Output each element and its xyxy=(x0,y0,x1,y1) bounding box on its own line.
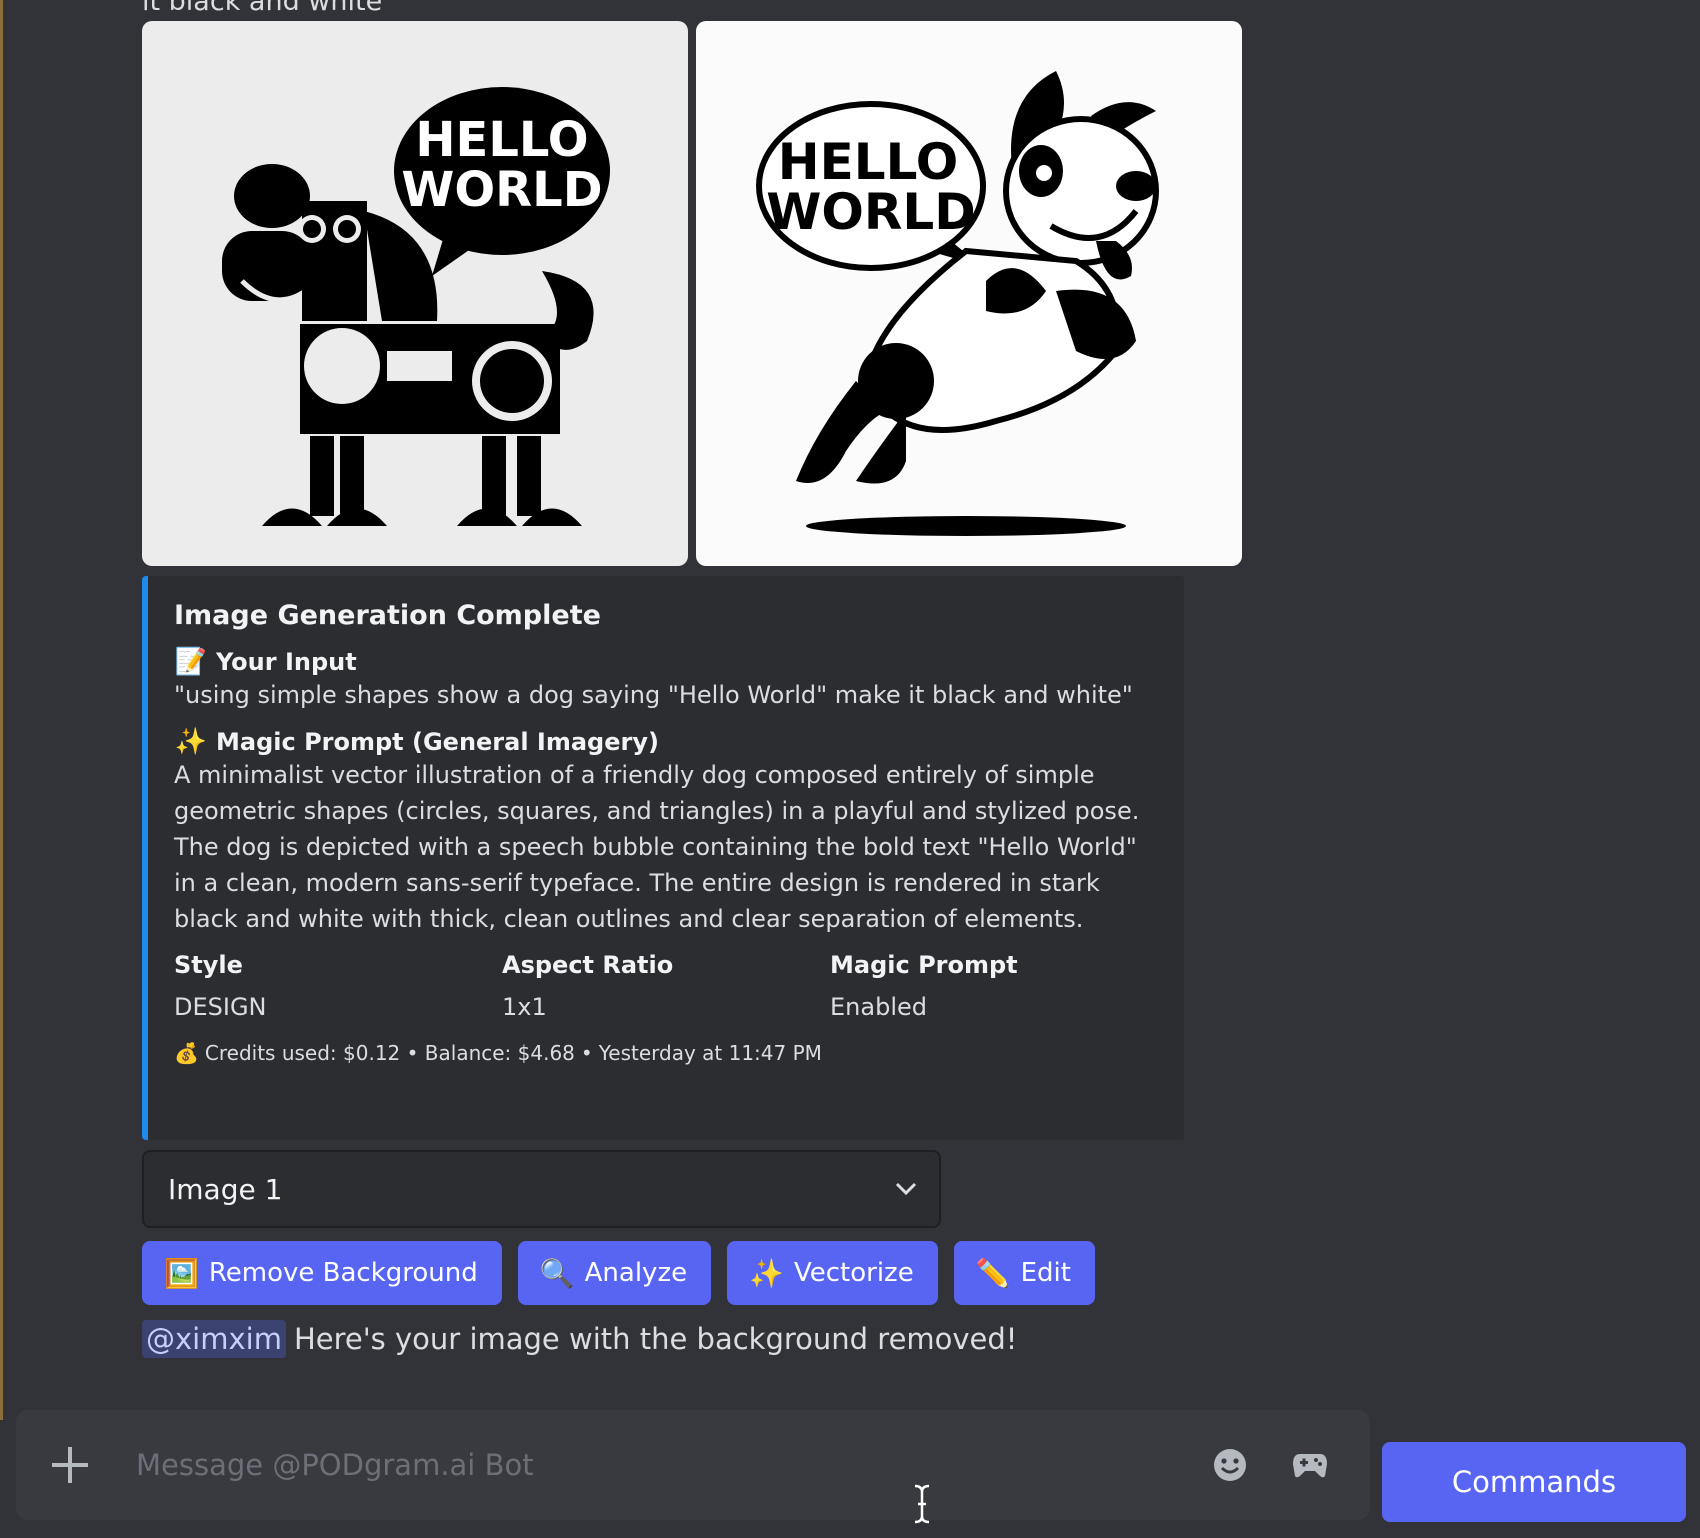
action-buttons: 🖼️ Remove Background 🔍 Analyze ✨ Vectori… xyxy=(142,1241,1095,1305)
emoji-picker-button[interactable] xyxy=(1210,1445,1250,1485)
bubble-text-1: HELLO xyxy=(415,112,588,168)
sparkles-icon: ✨ xyxy=(174,727,208,757)
analyze-label: Analyze xyxy=(584,1258,688,1288)
input-field-value: "using simple shapes show a dog saying "… xyxy=(174,681,1133,709)
message-composer: Message @PODgram.ai Bot xyxy=(16,1410,1370,1520)
generated-image-2[interactable]: HELLO WORLD xyxy=(696,21,1242,566)
footer-separator: • xyxy=(580,1041,593,1065)
generated-image-1[interactable]: HELLO WORLD xyxy=(142,21,688,566)
input-field: 📝 Your Input "using simple shapes show a… xyxy=(174,647,1158,713)
aspect-ratio-value: 1x1 xyxy=(502,993,547,1021)
pencil-icon: ✏️ xyxy=(975,1256,1011,1290)
credits-text: Credits used: $0.12 • Balance: $4.68 xyxy=(204,1041,575,1065)
input-field-label: Your Input xyxy=(216,648,357,676)
window-edge xyxy=(0,0,3,1420)
embed-footer: 💰 Credits used: $0.12 • Balance: $4.68 •… xyxy=(174,1041,1158,1065)
select-value: Image 1 xyxy=(168,1172,283,1206)
generation-embed: Image Generation Complete 📝 Your Input "… xyxy=(142,576,1184,1140)
remove-background-label: Remove Background xyxy=(208,1258,478,1288)
gamepad-icon xyxy=(1293,1454,1327,1478)
money-bag-icon: 💰 xyxy=(174,1041,199,1065)
bot-reply-message: @ximxim Here's your image with the backg… xyxy=(142,1320,1017,1358)
memo-icon: 📝 xyxy=(174,647,208,677)
geometric-dog-illustration: HELLO WORLD xyxy=(222,87,610,526)
text-cursor-icon xyxy=(914,1484,930,1524)
chevron-down-icon xyxy=(895,1182,917,1196)
reply-text: Here's your image with the background re… xyxy=(293,1322,1018,1356)
style-label: Style xyxy=(174,951,243,979)
magnifier-icon: 🔍 xyxy=(539,1256,575,1290)
aspect-ratio-field: Aspect Ratio 1x1 xyxy=(502,951,830,1025)
analyze-button[interactable]: 🔍 Analyze xyxy=(517,1241,712,1305)
image-grid: HELLO WORLD HELLO WORLD xyxy=(142,21,1242,566)
style-value: DESIGN xyxy=(174,993,267,1021)
framed-picture-icon: 🖼️ xyxy=(164,1256,199,1290)
user-mention[interactable]: @ximxim xyxy=(142,1320,286,1358)
settings-fields: Style DESIGN Aspect Ratio 1x1 Magic Prom… xyxy=(174,951,1158,1025)
bubble-text-2b: WORLD xyxy=(766,183,976,241)
magic-prompt-status-field: Magic Prompt Enabled xyxy=(830,951,1158,1025)
magic-prompt-value: A minimalist vector illustration of a fr… xyxy=(174,761,1140,933)
style-field: Style DESIGN xyxy=(174,951,502,1025)
magic-prompt-status-value: Enabled xyxy=(830,993,927,1021)
add-attachment-icon[interactable] xyxy=(52,1447,88,1483)
vectorize-button[interactable]: ✨ Vectorize xyxy=(727,1241,938,1305)
image-select-dropdown[interactable]: Image 1 xyxy=(142,1150,941,1228)
remove-background-button[interactable]: 🖼️ Remove Background xyxy=(142,1241,502,1305)
vectorize-label: Vectorize xyxy=(793,1258,914,1288)
smiley-icon xyxy=(1214,1449,1246,1481)
magic-prompt-field: ✨ Magic Prompt (General Imagery) A minim… xyxy=(174,727,1158,937)
edit-label: Edit xyxy=(1020,1258,1071,1288)
message-input[interactable]: Message @PODgram.ai Bot xyxy=(136,1448,1210,1482)
aspect-ratio-label: Aspect Ratio xyxy=(502,951,674,979)
timestamp: Yesterday at 11:47 PM xyxy=(598,1041,822,1065)
bubble-text-2: WORLD xyxy=(401,162,602,218)
magic-prompt-status-label: Magic Prompt xyxy=(830,951,1018,979)
previous-message-text: it black and white xyxy=(142,0,383,17)
activities-button[interactable] xyxy=(1290,1445,1330,1485)
edit-button[interactable]: ✏️ Edit xyxy=(953,1241,1095,1305)
embed-title: Image Generation Complete xyxy=(174,600,601,631)
sparkles-icon: ✨ xyxy=(749,1256,784,1290)
cartoon-dog-illustration: HELLO WORLD xyxy=(756,71,1159,536)
magic-prompt-label: Magic Prompt (General Imagery) xyxy=(216,728,659,756)
commands-button[interactable]: Commands xyxy=(1382,1442,1686,1522)
